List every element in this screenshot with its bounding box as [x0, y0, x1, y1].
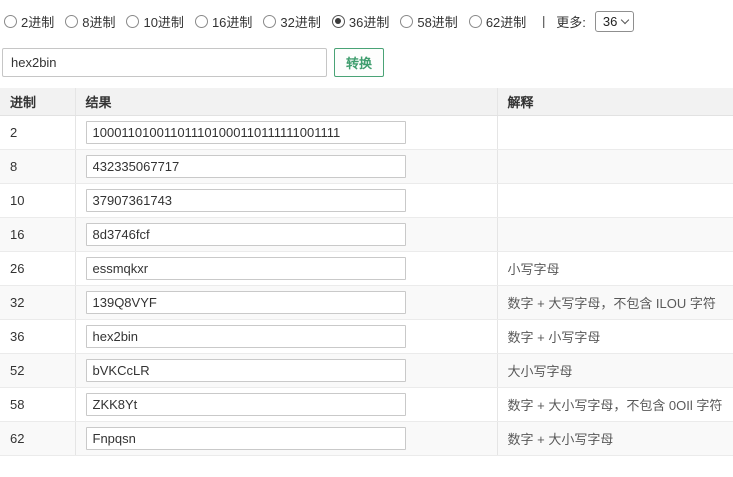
base-cell: 26	[0, 252, 75, 286]
radio-label: 10进制	[143, 12, 183, 31]
radio-label: 16进制	[212, 12, 252, 31]
header-result: 结果	[75, 88, 497, 116]
base-radio-group: 2进制 8进制 10进制 16进制 32进制 36进制 58进制 62进制 丨 …	[4, 10, 733, 32]
base-cell: 36	[0, 320, 75, 354]
result-input-base36[interactable]	[86, 325, 406, 348]
result-input-base32[interactable]	[86, 291, 406, 314]
base-cell: 32	[0, 286, 75, 320]
result-input-base26[interactable]	[86, 257, 406, 280]
radio-icon[interactable]	[195, 15, 208, 28]
base-cell: 52	[0, 354, 75, 388]
result-input-base10[interactable]	[86, 189, 406, 212]
base-cell: 58	[0, 388, 75, 422]
more-label: 更多:	[556, 12, 586, 31]
table-row-base2: 2	[0, 116, 733, 150]
explanation-cell: 小写字母	[497, 252, 733, 286]
table-row-base26: 26 小写字母	[0, 252, 733, 286]
more-base-select-value: 36	[603, 14, 617, 29]
radio-option-36[interactable]: 36进制	[332, 12, 389, 31]
result-input-base16[interactable]	[86, 223, 406, 246]
table-row-base52: 52 大小写字母	[0, 354, 733, 388]
radio-option-62[interactable]: 62进制	[469, 12, 526, 31]
table-row-base10: 10	[0, 184, 733, 218]
table-header-row: 进制 结果 解释	[0, 88, 733, 116]
explanation-cell	[497, 150, 733, 184]
more-base-select[interactable]: 36	[595, 11, 634, 32]
base-cell: 8	[0, 150, 75, 184]
explanation-cell: 数字 + 大写字母，不包含 ILOU 字符	[497, 286, 733, 320]
radio-option-32[interactable]: 32进制	[263, 12, 320, 31]
convert-input[interactable]	[2, 48, 327, 77]
header-base: 进制	[0, 88, 75, 116]
explanation-cell: 大小写字母	[497, 354, 733, 388]
converter-bar: 转换	[2, 48, 733, 77]
explanation-cell: 数字 + 大小写字母，不包含 0OIl 字符	[497, 388, 733, 422]
radio-icon[interactable]	[263, 15, 276, 28]
result-input-base58[interactable]	[86, 393, 406, 416]
result-input-base62[interactable]	[86, 427, 406, 450]
radio-label: 32进制	[280, 12, 320, 31]
radio-checked-icon[interactable]	[332, 15, 345, 28]
table-row-base32: 32 数字 + 大写字母，不包含 ILOU 字符	[0, 286, 733, 320]
radio-option-10[interactable]: 10进制	[126, 12, 183, 31]
table-row-base62: 62 数字 + 大小写字母	[0, 422, 733, 456]
radio-icon[interactable]	[126, 15, 139, 28]
radio-option-16[interactable]: 16进制	[195, 12, 252, 31]
explanation-cell	[497, 184, 733, 218]
radio-option-8[interactable]: 8进制	[65, 12, 115, 31]
radio-icon[interactable]	[4, 15, 17, 28]
chevron-down-icon	[621, 15, 629, 23]
base-cell: 62	[0, 422, 75, 456]
results-table: 进制 结果 解释 2 8 10 16 26 小写字母	[0, 88, 733, 456]
radio-label: 36进制	[349, 12, 389, 31]
radio-icon[interactable]	[469, 15, 482, 28]
radio-label: 58进制	[417, 12, 457, 31]
table-row-base36: 36 数字 + 小写字母	[0, 320, 733, 354]
radio-label: 2进制	[21, 12, 54, 31]
explanation-cell: 数字 + 大小写字母	[497, 422, 733, 456]
separator: 丨	[537, 12, 550, 31]
explanation-cell	[497, 116, 733, 150]
table-row-base58: 58 数字 + 大小写字母，不包含 0OIl 字符	[0, 388, 733, 422]
radio-icon[interactable]	[65, 15, 78, 28]
header-explanation: 解释	[497, 88, 733, 116]
convert-button[interactable]: 转换	[334, 48, 384, 77]
radio-option-58[interactable]: 58进制	[400, 12, 457, 31]
result-input-base8[interactable]	[86, 155, 406, 178]
base-cell: 2	[0, 116, 75, 150]
radio-icon[interactable]	[400, 15, 413, 28]
radio-option-2[interactable]: 2进制	[4, 12, 54, 31]
explanation-cell: 数字 + 小写字母	[497, 320, 733, 354]
base-cell: 10	[0, 184, 75, 218]
result-input-base52[interactable]	[86, 359, 406, 382]
radio-label: 62进制	[486, 12, 526, 31]
radio-label: 8进制	[82, 12, 115, 31]
base-cell: 16	[0, 218, 75, 252]
table-row-base16: 16	[0, 218, 733, 252]
result-input-base2[interactable]	[86, 121, 406, 144]
table-row-base8: 8	[0, 150, 733, 184]
explanation-cell	[497, 218, 733, 252]
